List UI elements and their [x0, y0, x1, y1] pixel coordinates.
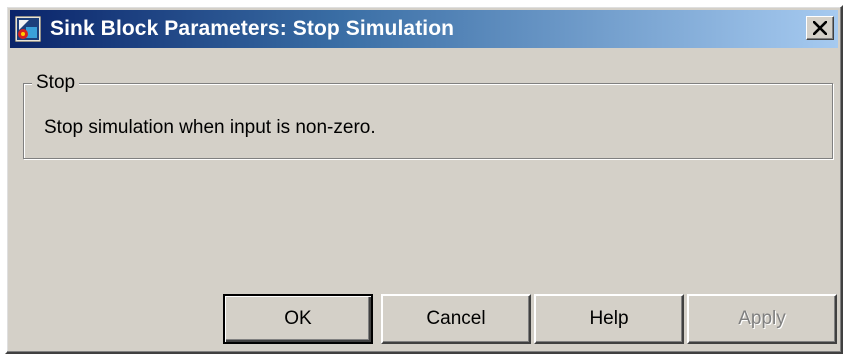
group-label: Stop [32, 71, 80, 95]
help-button[interactable]: Help [534, 294, 684, 344]
simulink-block-icon[interactable] [14, 15, 42, 43]
close-icon [813, 21, 827, 35]
cancel-button[interactable]: Cancel [381, 294, 531, 344]
sink-block-parameters-dialog: Sink Block Parameters: Stop Simulation S… [5, 5, 843, 354]
window-title: Sink Block Parameters: Stop Simulation [50, 17, 455, 40]
block-description: Stop simulation when input is non-zero. [44, 117, 376, 138]
ok-button[interactable]: OK [223, 294, 373, 344]
title-bar[interactable]: Sink Block Parameters: Stop Simulation [10, 10, 838, 48]
apply-button: Apply [687, 294, 837, 344]
close-button[interactable] [806, 16, 834, 40]
stop-group-box: Stop Stop simulation when input is non-z… [23, 71, 833, 159]
